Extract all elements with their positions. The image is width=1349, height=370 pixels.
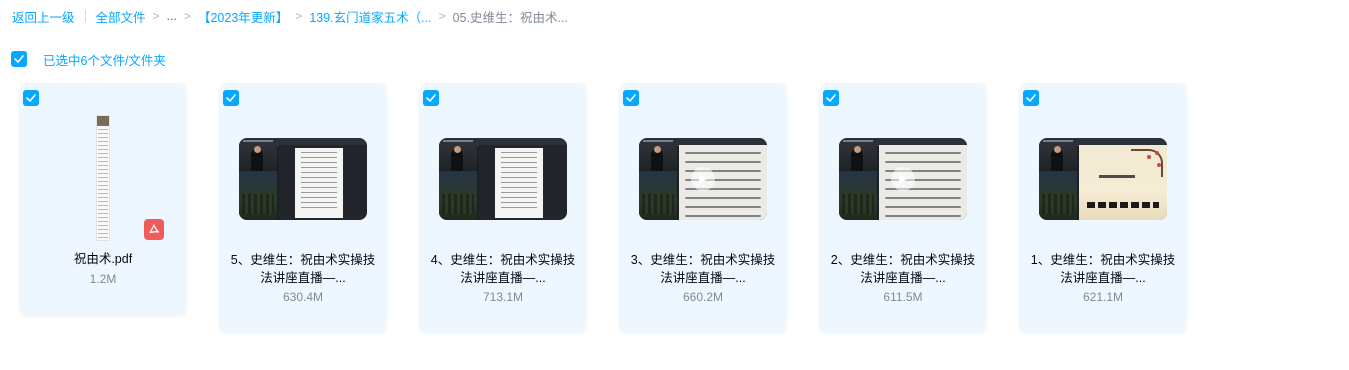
file-size: 630.4M bbox=[282, 290, 324, 304]
file-name: 祝由术.pdf bbox=[73, 252, 133, 266]
checkmark-icon bbox=[426, 94, 436, 102]
pdf-thumbnail bbox=[96, 115, 110, 241]
breadcrumb-level1[interactable]: 【2023年更新】 bbox=[198, 7, 288, 26]
chevron-right-icon: > bbox=[152, 9, 160, 23]
file-checkbox[interactable] bbox=[223, 90, 239, 106]
breadcrumb: 返回上一级 全部文件 > ... > 【2023年更新】 > 139.玄门道家五… bbox=[12, 6, 568, 26]
file-checkbox[interactable] bbox=[23, 90, 39, 106]
file-name: 2、史维生：祝由术实操技法讲座直播—... bbox=[830, 253, 976, 285]
breadcrumb-divider bbox=[84, 10, 86, 22]
checkmark-icon bbox=[1026, 94, 1036, 102]
file-name: 4、史维生：祝由术实操技法讲座直播—... bbox=[430, 253, 576, 285]
file-checkbox[interactable] bbox=[623, 90, 639, 106]
checkmark-icon bbox=[626, 94, 636, 102]
file-card[interactable]: 3、史维生：祝由术实操技法讲座直播—... 660.2M bbox=[619, 83, 787, 333]
file-card[interactable]: 祝由术.pdf 1.2M bbox=[19, 83, 187, 316]
breadcrumb-all-files[interactable]: 全部文件 bbox=[96, 7, 146, 26]
file-size: 713.1M bbox=[482, 290, 524, 304]
file-card[interactable]: 5、史维生：祝由术实操技法讲座直播—... 630.4M bbox=[219, 83, 387, 333]
checkmark-icon bbox=[226, 94, 236, 102]
chevron-right-icon: > bbox=[183, 9, 191, 23]
file-name: 5、史维生：祝由术实操技法讲座直播—... bbox=[230, 253, 376, 285]
checkmark-icon bbox=[826, 94, 836, 102]
file-size: 621.1M bbox=[1082, 290, 1124, 304]
pdf-icon bbox=[144, 219, 164, 240]
video-thumbnail bbox=[839, 138, 967, 220]
select-all-checkbox[interactable] bbox=[11, 51, 27, 67]
back-link[interactable]: 返回上一级 bbox=[12, 7, 75, 26]
file-size: 611.5M bbox=[883, 290, 923, 304]
video-thumbnail bbox=[239, 138, 367, 220]
video-thumbnail bbox=[639, 138, 767, 220]
chevron-right-icon: > bbox=[438, 9, 446, 23]
file-size: 660.2M bbox=[682, 290, 724, 304]
breadcrumb-level2[interactable]: 139.玄门道家五术（... bbox=[309, 7, 431, 26]
file-grid: 祝由术.pdf 1.2M 5、史维生：祝由术实操技法讲座直播—... 630.4… bbox=[19, 83, 1219, 333]
file-card[interactable]: 4、史维生：祝由术实操技法讲座直播—... 713.1M bbox=[419, 83, 587, 333]
video-thumbnail bbox=[439, 138, 567, 220]
file-card[interactable]: 2、史维生：祝由术实操技法讲座直播—... 611.5M bbox=[819, 83, 987, 333]
breadcrumb-current: 05.史维生：祝由术... bbox=[452, 10, 568, 25]
checkmark-icon bbox=[14, 55, 24, 63]
selection-bar: 已选中6个文件/文件夹 bbox=[11, 50, 166, 68]
file-card[interactable]: 1、史维生：祝由术实操技法讲座直播—... 621.1M bbox=[1019, 83, 1187, 333]
play-icon[interactable] bbox=[891, 167, 915, 191]
video-thumbnail bbox=[1039, 138, 1167, 220]
breadcrumb-ellipsis[interactable]: ... bbox=[167, 9, 177, 23]
play-icon[interactable] bbox=[691, 167, 715, 191]
file-size: 1.2M bbox=[89, 272, 117, 286]
chevron-right-icon: > bbox=[295, 9, 303, 23]
checkmark-icon bbox=[26, 94, 36, 102]
file-checkbox[interactable] bbox=[1023, 90, 1039, 106]
file-checkbox[interactable] bbox=[823, 90, 839, 106]
file-checkbox[interactable] bbox=[423, 90, 439, 106]
file-name: 3、史维生：祝由术实操技法讲座直播—... bbox=[630, 253, 776, 285]
selection-count: 已选中6个文件/文件夹 bbox=[43, 53, 166, 68]
file-name: 1、史维生：祝由术实操技法讲座直播—... bbox=[1030, 253, 1176, 285]
